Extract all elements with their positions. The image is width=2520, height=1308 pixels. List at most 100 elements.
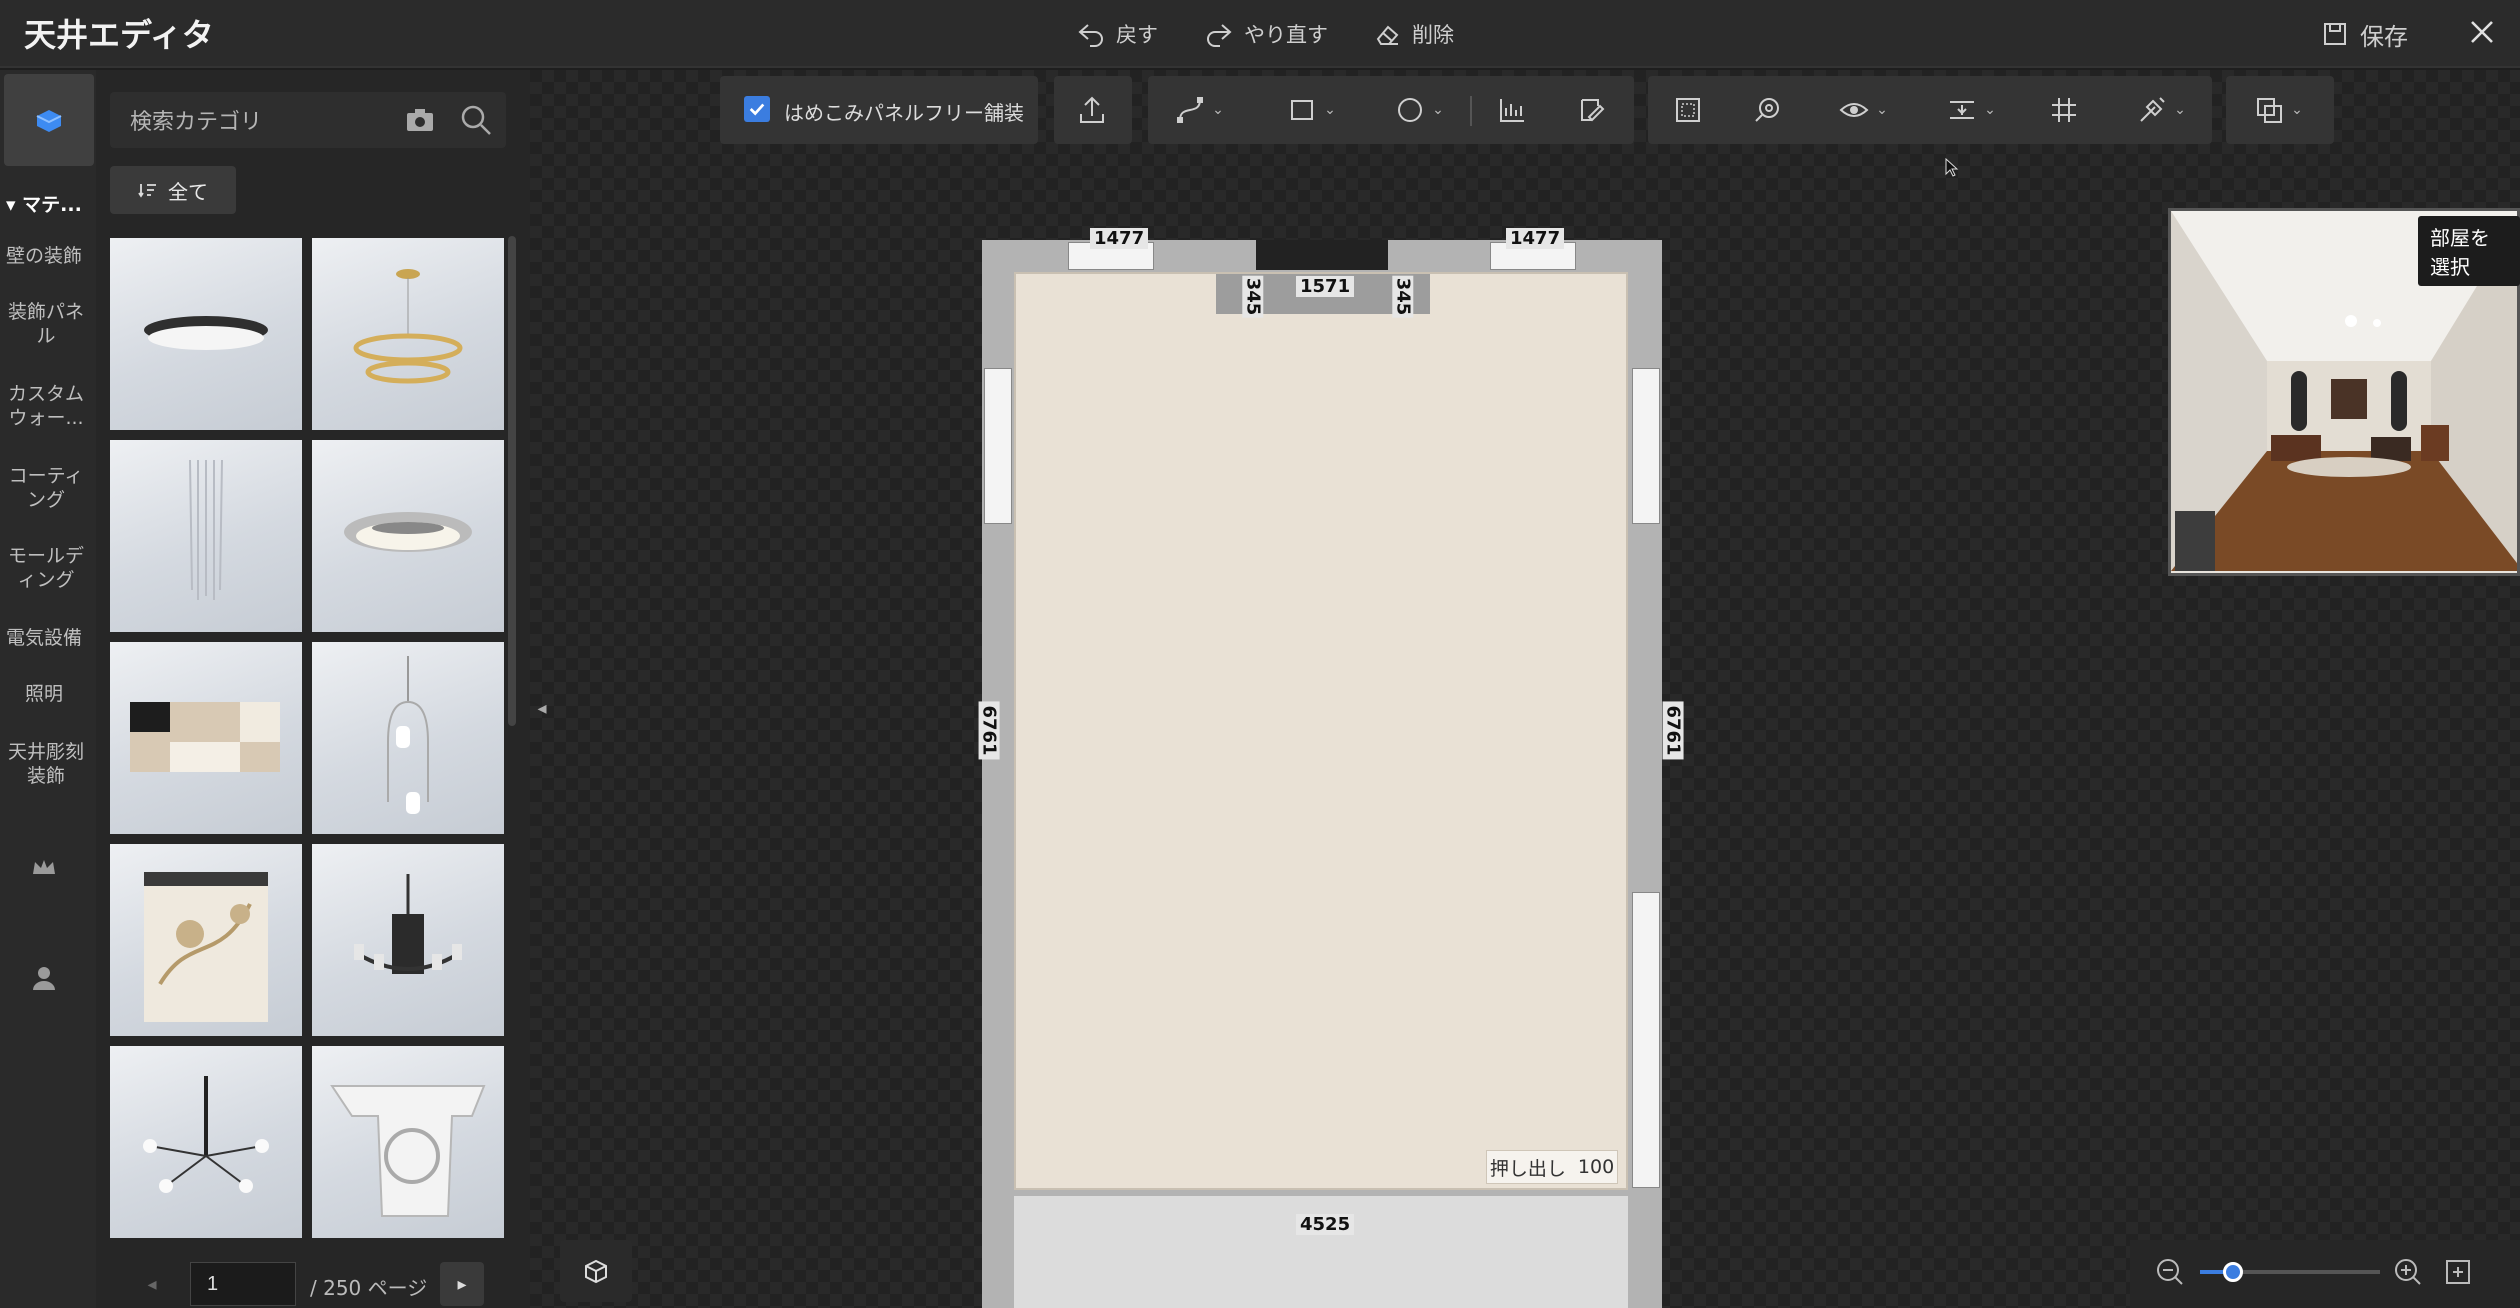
camera-icon[interactable] (404, 106, 436, 134)
square-ceiling-light-icon (130, 702, 280, 772)
chevron-down-icon: ⌄ (1324, 102, 1336, 118)
dimension-top-right: 1477 (1506, 228, 1565, 249)
page-prev-button[interactable]: ◂ (134, 1266, 170, 1302)
product-square-ceiling-light[interactable] (110, 642, 302, 834)
chevron-down-icon: ⌄ (2291, 102, 2303, 118)
ceiling-area[interactable] (1014, 272, 1628, 1190)
product-ring-chandelier[interactable] (312, 238, 504, 430)
chevron-down-icon: ⌄ (1432, 102, 1444, 118)
fit-view-button[interactable] (1668, 90, 1708, 130)
product-sputnik-chandelier[interactable] (110, 1046, 302, 1238)
layers-button[interactable]: ⌄ (2242, 90, 2314, 130)
toolbar-divider (1470, 96, 1472, 126)
3d-view-button[interactable] (560, 1240, 632, 1302)
rail-section-header[interactable]: ▾ マテ... (6, 190, 82, 217)
rail-item-custom-wall[interactable]: カスタムウォー... (4, 382, 88, 430)
filter-all-label: 全て (168, 179, 208, 204)
product-recessed-ceiling-light[interactable] (312, 440, 504, 632)
page-number-input[interactable] (190, 1262, 296, 1306)
niche-gap (1256, 240, 1388, 270)
sputnik-chandelier-icon (143, 1076, 269, 1193)
collapse-panel-button[interactable]: ◂ (530, 690, 554, 726)
grid-icon (2052, 98, 2076, 122)
rectangle-tool-button[interactable]: ⌄ (1276, 90, 1346, 130)
grid-button[interactable] (2044, 90, 2084, 130)
crown-icon[interactable] (28, 852, 60, 884)
edit-tool-button[interactable] (1572, 90, 1612, 130)
delete-button[interactable]: 削除 (1372, 14, 1454, 54)
classic-chandelier-icon (354, 874, 462, 974)
fit-view-icon (1676, 98, 1700, 122)
product-ceiling-carving[interactable] (312, 1046, 504, 1238)
distribute-button[interactable]: ⌄ (1936, 90, 2006, 130)
zoom-area-button[interactable] (1748, 90, 1788, 130)
filter-all-button[interactable]: 全て (110, 166, 236, 214)
rail-item-molding[interactable]: モールディング (4, 544, 88, 592)
rail-item-ceiling-carving[interactable]: 天井彫刻装飾 (6, 740, 86, 788)
cube-icon (36, 110, 62, 132)
zoom-slider-thumb[interactable] (2223, 1262, 2243, 1282)
fit-screen-icon (2446, 1260, 2470, 1284)
curve-tool-button[interactable]: ⌄ (1164, 90, 1234, 130)
page-total-label: / 250 ページ (310, 1276, 428, 1300)
search-placeholder: 検索カテゴリ (130, 110, 263, 135)
extrude-badge[interactable]: 押し出し 100 (1486, 1150, 1618, 1184)
rail-item-wall-decor[interactable]: 壁の装飾 (0, 244, 88, 268)
rail-item-coating[interactable]: コーティング (4, 464, 88, 512)
search-icon[interactable] (458, 102, 494, 138)
rail-item-decor-panel[interactable]: 装飾パネル (6, 300, 86, 348)
fit-screen-button[interactable] (2444, 1258, 2472, 1286)
eraser-icon (1376, 25, 1399, 45)
redo-button[interactable]: やり直す (1204, 14, 1328, 54)
flush-ceiling-light-icon (144, 316, 268, 350)
close-button[interactable] (2460, 10, 2504, 54)
visibility-button[interactable]: ⌄ (1828, 90, 1898, 130)
rail-section-title: マテ... (22, 194, 82, 216)
window-right-lower[interactable] (1632, 892, 1660, 1188)
user-icon[interactable] (28, 962, 60, 994)
product-pendant-lamp[interactable] (312, 642, 504, 834)
window-left[interactable] (984, 368, 1012, 524)
extrude-label: 押し出し (1489, 1157, 1566, 1180)
rail-item-lighting[interactable]: 照明 (0, 682, 88, 706)
edit-icon (1581, 99, 1605, 122)
save-button[interactable]: 保存 (2320, 14, 2408, 54)
recessed-ceiling-light-icon (344, 512, 472, 552)
3d-box-icon (585, 1259, 607, 1284)
upload-button[interactable] (1072, 90, 1112, 130)
caret-down-icon: ▾ (6, 194, 23, 216)
dimension-niche-width: 1571 (1296, 276, 1355, 297)
dimension-niche-right: 345 (1392, 275, 1414, 318)
magic-tool-button[interactable]: ⌄ (2126, 90, 2196, 130)
product-floral-lantern[interactable] (110, 844, 302, 1036)
panel-scrollbar[interactable] (508, 236, 516, 726)
zoom-in-button[interactable] (2392, 1256, 2424, 1288)
extrude-value: 100 (1577, 1156, 1615, 1178)
dimension-right: 6761 (1662, 701, 1684, 760)
align-icon (1500, 99, 1524, 122)
paving-checkbox[interactable] (744, 96, 770, 122)
pendant-lamp-icon (387, 656, 429, 814)
upload-icon (1080, 96, 1104, 123)
chevron-down-icon: ⌄ (2174, 102, 2186, 118)
product-flush-ceiling-light[interactable] (110, 238, 302, 430)
ring-chandelier-icon (353, 269, 463, 384)
product-classic-chandelier[interactable] (312, 844, 504, 1036)
mouse-cursor-icon (1944, 157, 1960, 178)
materials-tab[interactable] (4, 74, 94, 166)
dimension-left: 6761 (978, 701, 1000, 760)
undo-icon (1078, 24, 1103, 47)
page-next-button[interactable]: ▸ (440, 1262, 484, 1306)
product-crystal-pendant[interactable] (110, 440, 302, 632)
room-select-button[interactable]: 部屋を選択 (2418, 216, 2520, 286)
curve-tool-icon (1177, 97, 1204, 123)
rail-item-electrical[interactable]: 電気設備 (0, 626, 88, 650)
window-right-upper[interactable] (1632, 368, 1660, 524)
bottom-area (1014, 1196, 1628, 1308)
ceiling-carving-icon (330, 1085, 486, 1217)
circle-tool-button[interactable]: ⌄ (1384, 90, 1454, 130)
undo-button[interactable]: 戻す (1076, 14, 1158, 54)
rectangle-icon (1291, 100, 1314, 120)
zoom-out-button[interactable] (2154, 1256, 2186, 1288)
align-tool-button[interactable] (1492, 90, 1532, 130)
